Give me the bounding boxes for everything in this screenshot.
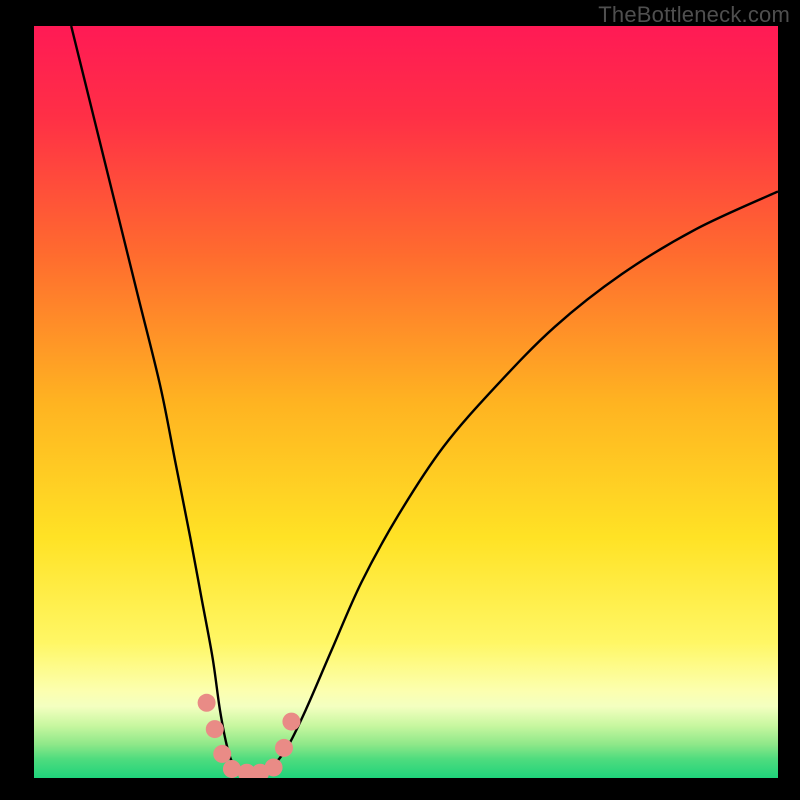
highlight-dot xyxy=(198,694,216,712)
highlight-dot xyxy=(282,713,300,731)
watermark-text: TheBottleneck.com xyxy=(598,2,790,28)
highlight-dot xyxy=(275,739,293,757)
highlight-dot xyxy=(265,758,283,776)
background-gradient xyxy=(34,26,778,778)
plot-svg xyxy=(34,26,778,778)
plot-area xyxy=(34,26,778,778)
highlight-dot xyxy=(213,745,231,763)
highlight-dot xyxy=(206,720,224,738)
chart-frame: TheBottleneck.com xyxy=(0,0,800,800)
